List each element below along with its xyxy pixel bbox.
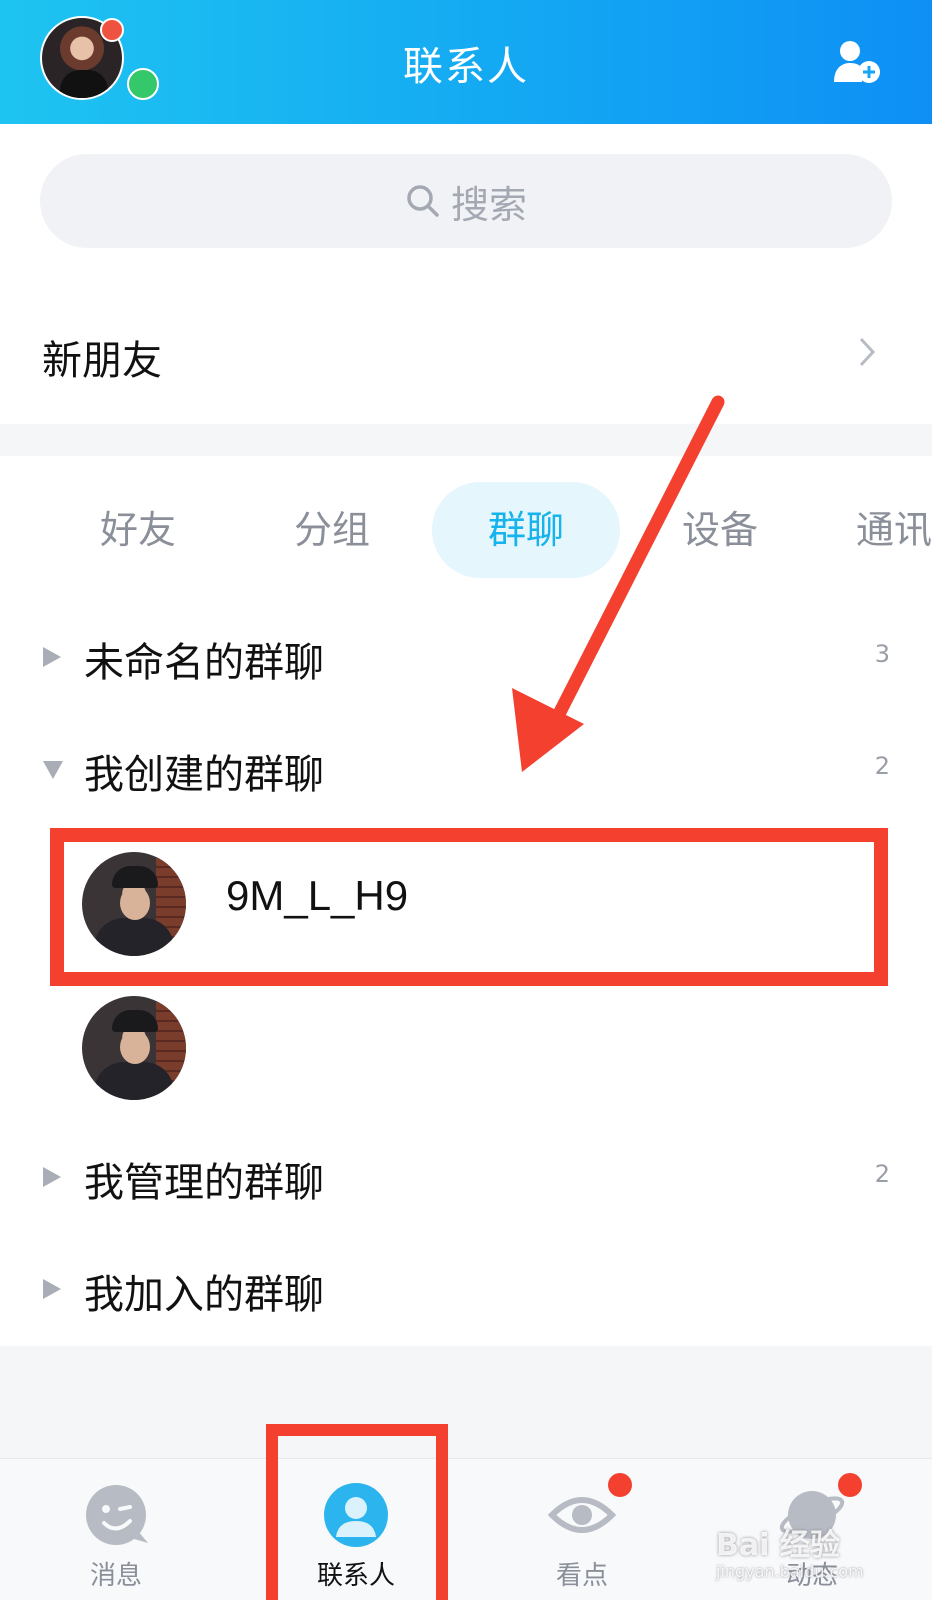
search-placeholder: 搜索 [450, 182, 527, 227]
group-section-label: 我创建的群聊 [84, 752, 324, 798]
new-friends-label: 新朋友 [42, 338, 162, 384]
nav-label: 消息 [89, 1561, 142, 1591]
message-icon [86, 1485, 148, 1545]
tab-group-chats[interactable]: 群聊 [432, 482, 620, 578]
contact-tabs: 好友 分组 群聊 设备 通讯 [0, 482, 932, 578]
group-count: 2 [874, 752, 890, 780]
tab-friends[interactable]: 好友 [78, 482, 198, 578]
group-section-label: 未命名的群聊 [84, 640, 324, 686]
page-title: 联系人 [403, 44, 529, 90]
triangle-right-icon [43, 1279, 61, 1299]
tab-contacts-book[interactable]: 通讯 [856, 482, 932, 578]
badge-dot [838, 1473, 862, 1497]
empty-area [0, 1346, 932, 1458]
watermark-logo: Bai 经验 [716, 1528, 840, 1563]
eye-icon [548, 1497, 616, 1533]
group-section-label: 我加入的群聊 [84, 1272, 324, 1318]
triangle-down-icon [43, 761, 63, 779]
watermark-url: jingyan.baidu.com [716, 1562, 864, 1581]
section-divider [0, 424, 932, 456]
group-chat-item[interactable] [0, 986, 932, 1106]
group-section-managed[interactable]: 我管理的群聊 2 [0, 1132, 932, 1222]
chevron-right-icon [859, 337, 876, 367]
tab-groups[interactable]: 分组 [272, 482, 392, 578]
search-icon [407, 185, 439, 217]
nav-label: 看点 [555, 1561, 608, 1591]
badge-dot [608, 1473, 632, 1497]
top-header: 联系人 [0, 0, 932, 124]
group-section-joined[interactable]: 我加入的群聊 [0, 1244, 932, 1334]
group-count: 3 [874, 640, 890, 668]
triangle-right-icon [43, 647, 61, 667]
tab-devices[interactable]: 设备 [660, 482, 780, 578]
annotation-highlight-box [50, 828, 888, 986]
add-contact-icon[interactable] [832, 38, 882, 86]
nav-messages[interactable]: 消息 [26, 1459, 206, 1600]
group-section-label: 我管理的群聊 [84, 1160, 324, 1206]
group-section-unnamed[interactable]: 未命名的群聊 3 [0, 612, 932, 702]
group-avatar [82, 996, 186, 1100]
group-count: 2 [874, 1160, 890, 1188]
search-bar[interactable]: 搜索 [40, 154, 892, 248]
nav-discover[interactable]: 看点 [492, 1459, 672, 1600]
triangle-right-icon [43, 1167, 61, 1187]
group-section-created[interactable]: 我创建的群聊 2 [0, 724, 932, 814]
new-friends-row[interactable]: 新朋友 [0, 292, 932, 422]
annotation-nav-box [266, 1424, 448, 1600]
